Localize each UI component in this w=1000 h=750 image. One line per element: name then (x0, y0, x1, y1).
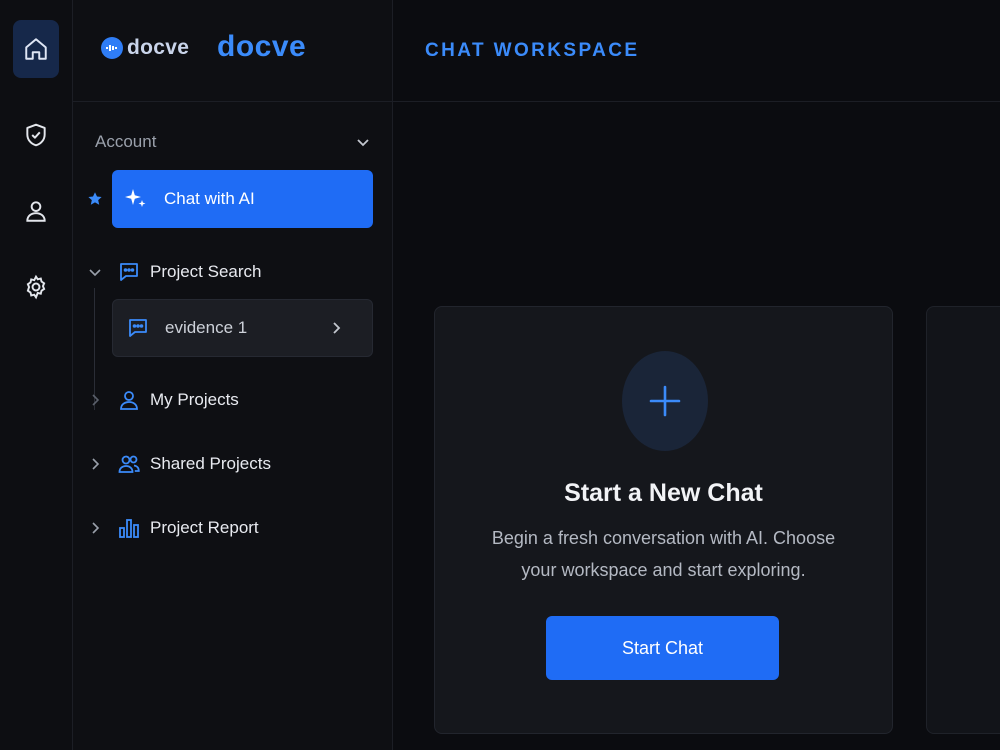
section-label: Account (95, 132, 157, 151)
star-icon[interactable] (87, 191, 103, 207)
brand-header: docve docve (73, 0, 393, 102)
start-chat-button[interactable]: Start Chat (546, 616, 779, 680)
chevron-right-icon (92, 522, 100, 534)
sidebar-item-chat-with-ai[interactable]: Chat with AI (112, 170, 373, 228)
sidebar-item-label: Shared Projects (150, 454, 271, 473)
chevron-down-icon (89, 269, 101, 277)
chat-icon (120, 263, 138, 281)
user-icon (26, 201, 46, 222)
profile-button[interactable] (13, 182, 59, 240)
security-button[interactable] (13, 106, 59, 164)
settings-button[interactable] (13, 258, 59, 316)
users-icon (118, 455, 140, 473)
sidebar-item-my-projects[interactable]: My Projects (87, 383, 377, 417)
account-section-toggle[interactable]: Account (95, 130, 371, 154)
bar-chart-icon (119, 519, 139, 538)
new-chat-card: Start a New Chat Begin a fresh conversat… (434, 306, 893, 734)
new-chat-plus-button[interactable] (622, 351, 708, 451)
sidebar-item-label: Project Search (150, 262, 262, 281)
user-icon (120, 391, 138, 410)
sidebar-item-shared-projects[interactable]: Shared Projects (87, 447, 377, 481)
secondary-card (926, 306, 1000, 734)
topbar: CHAT WORKSPACE (393, 0, 1000, 102)
home-button[interactable] (13, 20, 59, 78)
logo-wordmark[interactable]: docve (217, 30, 306, 64)
chevron-right-icon (92, 394, 100, 406)
logo-small-text: docve (127, 36, 190, 59)
sidebar-item-label: Chat with AI (164, 189, 255, 208)
page-title: CHAT WORKSPACE (425, 40, 640, 61)
sidebar-item-label: Project Report (150, 518, 259, 537)
chevron-right-icon (92, 458, 100, 470)
home-icon (25, 38, 47, 60)
sidebar: docve docve Account Chat with AI Project… (73, 0, 393, 750)
plus-icon (649, 385, 681, 417)
sidebar-item-label: My Projects (150, 390, 239, 409)
shield-icon (26, 123, 46, 147)
chat-bubble-logo-icon (101, 37, 123, 59)
chevron-down-icon (357, 139, 369, 147)
chevron-right-icon (333, 322, 341, 334)
sidebar-item-project-search[interactable]: Project Search (87, 255, 377, 289)
sparkle-icon (125, 189, 146, 207)
sidebar-item-project-report[interactable]: Project Report (87, 511, 377, 545)
logo-small[interactable]: docve (101, 36, 189, 60)
card-description: Begin a fresh conversation with AI. Choo… (491, 528, 836, 580)
sub-item-label: evidence 1 (165, 318, 248, 337)
icon-rail (0, 0, 73, 750)
card-title: Start a New Chat (564, 479, 763, 507)
gear-icon (26, 274, 46, 300)
sub-item-evidence-1[interactable]: evidence 1 (112, 299, 373, 357)
chat-icon (129, 319, 147, 337)
